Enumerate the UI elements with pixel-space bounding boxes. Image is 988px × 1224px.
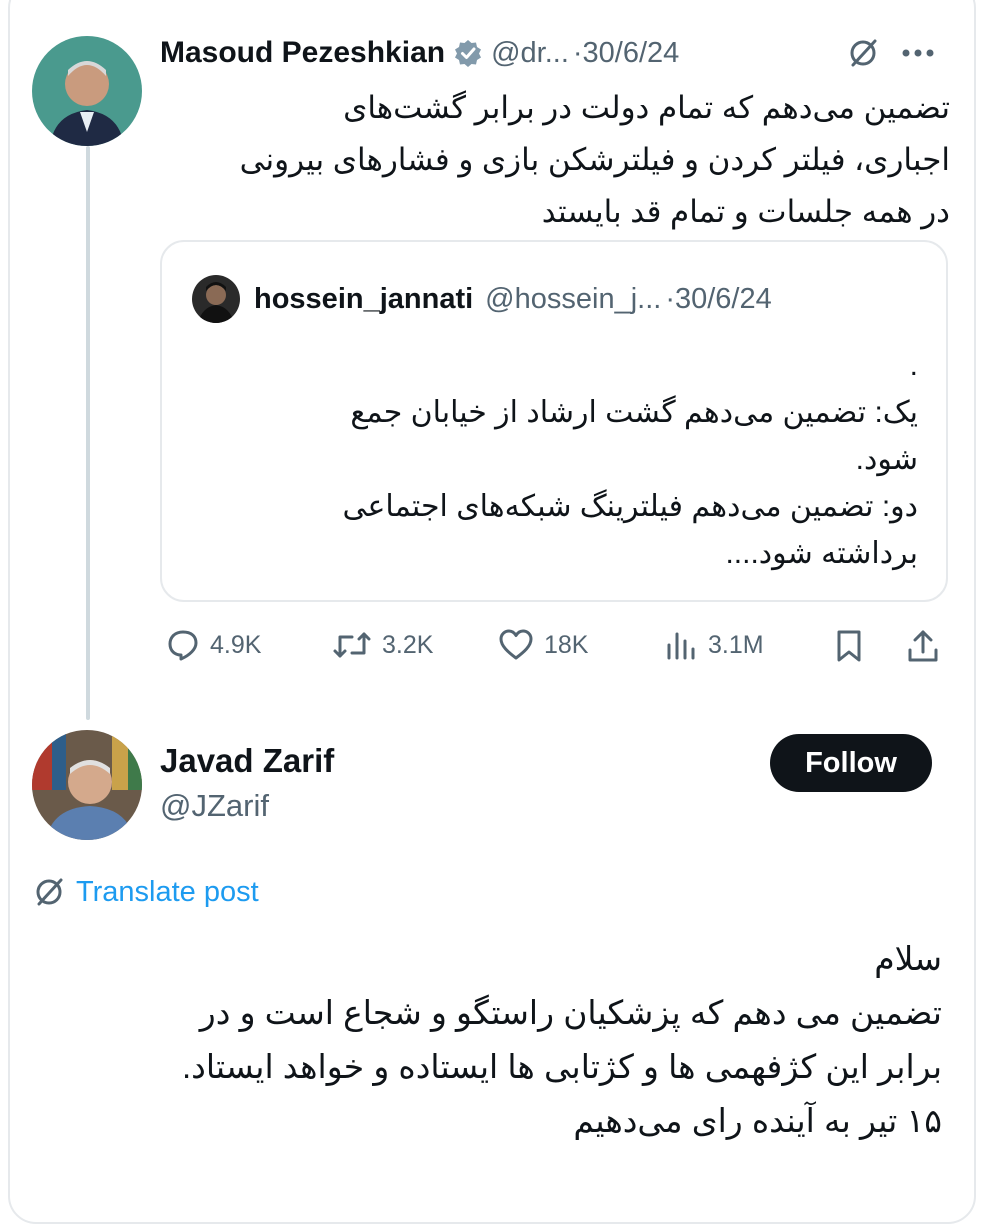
reply-button[interactable]: 4.9K [166,628,261,662]
thread-connector-line [86,146,90,720]
share-icon [908,630,938,662]
reply-icon [168,630,198,661]
quoted-author-handle: @hossein_j... [485,282,662,315]
reply-author-name[interactable]: Javad Zarif [160,742,334,780]
quoted-text-line: یک: تضمین می‌دهم گشت ارشاد از خیابان جمع [350,396,918,429]
reply-text-line: سلام [874,940,942,977]
repost-button[interactable]: 3.2K [332,628,433,662]
reply-author-avatar[interactable] [32,730,142,840]
tweet-header: Masoud Pezeshkian @dr... ·30/6/24 [160,30,679,76]
like-count: 18K [544,630,589,659]
repost-count: 3.2K [382,630,434,659]
reply-text-line: برابر این کژفهمی ها و کژتابی ها ایستاده … [181,1048,942,1085]
bookmark-icon [837,630,861,662]
reply-text: سلام تضمین می دهم که پزشکیان راستگو و شج… [32,932,942,1148]
quoted-text: . یک: تضمین می‌دهم گشت ارشاد از خیابان ج… [192,342,918,577]
quoted-text-line: برداشته شود.... [725,537,918,570]
tweet-text-line: در همه جلسات و تمام قد بایستد [541,194,950,229]
author-avatar[interactable] [32,36,142,146]
translate-label: Translate post [76,875,259,908]
author-name[interactable]: Masoud Pezeshkian [160,36,445,70]
like-button[interactable]: 18K [498,628,588,662]
views-icon [667,632,695,660]
views-count: 3.1M [708,630,764,659]
views-button[interactable]: 3.1M [664,628,764,662]
share-button[interactable] [906,628,950,664]
more-icon[interactable] [900,46,936,64]
verified-badge-icon [453,38,483,68]
tweet-text: تضمین می‌دهم که تمام دولت در برابر گشت‌ه… [160,82,950,238]
translate-icon [36,878,63,906]
quoted-text-line: دو: تضمین می‌دهم فیلترینگ شبکه‌های اجتما… [342,490,918,523]
like-icon [499,629,533,660]
bookmark-button[interactable] [834,628,874,664]
grok-slash-icon[interactable] [846,36,880,75]
reply-text-line: ۱۵ تیر به آینده رای می‌دهیم [573,1102,942,1139]
author-handle[interactable]: @dr... [491,37,569,70]
tweet-text-line: اجباری، فیلتر کردن و فیلترشکن بازی و فشا… [239,142,950,177]
follow-button[interactable]: Follow [770,734,932,792]
tweet-text-line: تضمین می‌دهم که تمام دولت در برابر گشت‌ه… [343,90,950,125]
tweet-date[interactable]: ·30/6/24 [573,37,679,70]
quoted-author-avatar [192,275,240,323]
quoted-header: hossein_jannati @hossein_j... ·30/6/24 [254,276,772,322]
quoted-author-name: hossein_jannati [254,282,474,315]
quoted-date: ·30/6/24 [665,282,772,315]
repost-icon [333,632,371,658]
quoted-text-line: . [909,349,918,382]
reply-author-handle[interactable]: @JZarif [160,788,269,824]
reply-count: 4.9K [210,630,262,659]
translate-post-link[interactable]: Translate post [32,870,259,914]
reply-text-line: تضمین می دهم که پزشکیان راستگو و شجاع اس… [199,994,942,1031]
quoted-text-line: شود. [855,443,918,476]
